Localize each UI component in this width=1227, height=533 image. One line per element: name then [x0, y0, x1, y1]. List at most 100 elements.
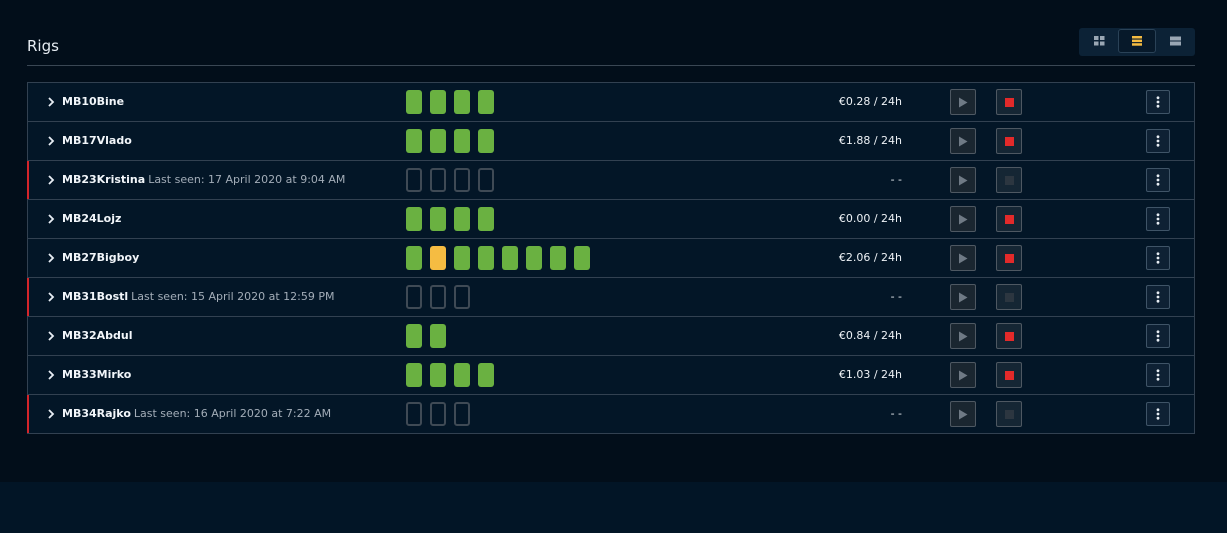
- stop-rig-button[interactable]: [996, 206, 1022, 232]
- last-seen-text: Last seen: 15 April 2020 at 12:59 PM: [131, 290, 335, 303]
- stop-rig-button[interactable]: [996, 128, 1022, 154]
- rig-name[interactable]: MB33Mirko: [62, 368, 131, 381]
- more-options-button[interactable]: [1146, 324, 1170, 348]
- gpu-status-ok[interactable]: [406, 90, 422, 114]
- gpu-status-off[interactable]: [454, 168, 470, 192]
- gpu-status-ok[interactable]: [478, 246, 494, 270]
- page-footer-band: [0, 482, 1227, 533]
- rig-row[interactable]: MB17Vlado €1.88 / 24h: [28, 122, 1194, 161]
- stop-rig-button[interactable]: [996, 323, 1022, 349]
- chevron-right-icon[interactable]: [47, 408, 55, 420]
- gpu-status-ok[interactable]: [406, 207, 422, 231]
- gpu-status-warn[interactable]: [430, 246, 446, 270]
- gpu-status-ok[interactable]: [430, 324, 446, 348]
- rig-name[interactable]: MB17Vlado: [62, 134, 132, 147]
- rig-row[interactable]: MB34Rajko Last seen: 16 April 2020 at 7:2…: [27, 395, 1194, 433]
- stop-rig-button[interactable]: [996, 284, 1022, 310]
- more-options-button[interactable]: [1146, 207, 1170, 231]
- rig-name[interactable]: MB24Lojz: [62, 212, 121, 225]
- rig-row[interactable]: MB23Kristina Last seen: 17 April 2020 at …: [27, 161, 1194, 200]
- rig-name[interactable]: MB10Bine: [62, 95, 124, 108]
- rig-row[interactable]: MB24Lojz €0.00 / 24h: [28, 200, 1194, 239]
- gpu-status-ok[interactable]: [454, 363, 470, 387]
- gpu-status-ok[interactable]: [478, 207, 494, 231]
- gpu-status-ok[interactable]: [430, 363, 446, 387]
- gpu-status-off[interactable]: [406, 168, 422, 192]
- gpu-status-ok[interactable]: [454, 90, 470, 114]
- rig-row[interactable]: MB31Bostl Last seen: 15 April 2020 at 12:…: [27, 278, 1194, 317]
- start-rig-button[interactable]: [950, 206, 976, 232]
- more-options-button[interactable]: [1146, 285, 1170, 309]
- gpu-status-ok[interactable]: [478, 129, 494, 153]
- rig-name[interactable]: MB27Bigboy: [62, 251, 139, 264]
- start-rig-button[interactable]: [950, 89, 976, 115]
- gpu-status-off[interactable]: [430, 285, 446, 309]
- chevron-right-icon[interactable]: [47, 369, 55, 381]
- more-options-button[interactable]: [1146, 168, 1170, 192]
- gpu-status-ok[interactable]: [574, 246, 590, 270]
- gpu-status-off[interactable]: [454, 402, 470, 426]
- rig-name[interactable]: MB23Kristina Last seen: 17 April 2020 at …: [62, 173, 345, 186]
- chevron-right-icon[interactable]: [47, 135, 55, 147]
- more-options-button[interactable]: [1146, 246, 1170, 270]
- more-options-button[interactable]: [1146, 90, 1170, 114]
- gpu-status-ok[interactable]: [454, 129, 470, 153]
- gpu-status-ok[interactable]: [502, 246, 518, 270]
- stop-rig-button[interactable]: [996, 362, 1022, 388]
- rig-row[interactable]: MB27Bigboy €2.06 / 24h: [28, 239, 1194, 278]
- chevron-right-icon[interactable]: [47, 96, 55, 108]
- start-rig-button[interactable]: [950, 362, 976, 388]
- gpu-status-off[interactable]: [406, 285, 422, 309]
- rig-name[interactable]: MB34Rajko Last seen: 16 April 2020 at 7:2…: [62, 407, 331, 420]
- start-rig-button[interactable]: [950, 323, 976, 349]
- rig-name-label: MB33Mirko: [62, 368, 132, 381]
- gpu-status-ok[interactable]: [430, 90, 446, 114]
- gpu-status-off[interactable]: [478, 168, 494, 192]
- stop-rig-button[interactable]: [996, 401, 1022, 427]
- start-rig-button[interactable]: [950, 284, 976, 310]
- profitability: €2.06 / 24h: [838, 251, 902, 264]
- start-rig-button[interactable]: [950, 401, 976, 427]
- chevron-right-icon[interactable]: [47, 213, 55, 225]
- chevron-right-icon[interactable]: [47, 291, 55, 303]
- gpu-status-list: [406, 324, 446, 348]
- gpu-status-ok[interactable]: [526, 246, 542, 270]
- stop-rig-button[interactable]: [996, 89, 1022, 115]
- gpu-status-ok[interactable]: [430, 207, 446, 231]
- chevron-right-icon[interactable]: [47, 252, 55, 264]
- more-options-button[interactable]: [1146, 363, 1170, 387]
- gpu-status-ok[interactable]: [406, 129, 422, 153]
- gpu-status-ok[interactable]: [454, 207, 470, 231]
- gpu-status-ok[interactable]: [550, 246, 566, 270]
- gpu-status-ok[interactable]: [406, 246, 422, 270]
- start-rig-button[interactable]: [950, 128, 976, 154]
- gpu-status-off[interactable]: [406, 402, 422, 426]
- gpu-status-off[interactable]: [454, 285, 470, 309]
- start-rig-button[interactable]: [950, 245, 976, 271]
- stop-rig-button[interactable]: [996, 245, 1022, 271]
- profitability: €1.03 / 24h: [838, 368, 902, 381]
- gpu-status-ok[interactable]: [406, 363, 422, 387]
- rig-name[interactable]: MB32Abdul: [62, 329, 133, 342]
- gpu-status-off[interactable]: [430, 168, 446, 192]
- chevron-right-icon[interactable]: [47, 174, 55, 186]
- grid-view-button[interactable]: [1080, 29, 1118, 53]
- gpu-status-ok[interactable]: [406, 324, 422, 348]
- compact-list-view-button[interactable]: [1118, 29, 1156, 53]
- rig-row[interactable]: MB33Mirko €1.03 / 24h: [28, 356, 1194, 395]
- chevron-right-icon[interactable]: [47, 330, 55, 342]
- gpu-status-ok[interactable]: [454, 246, 470, 270]
- rig-name[interactable]: MB31Bostl Last seen: 15 April 2020 at 12:…: [62, 290, 335, 303]
- list-view-button[interactable]: [1156, 29, 1194, 53]
- more-options-button[interactable]: [1146, 402, 1170, 426]
- rig-row[interactable]: MB10Bine €0.28 / 24h: [28, 83, 1194, 122]
- vertical-dots-icon: [1156, 252, 1160, 264]
- stop-rig-button[interactable]: [996, 167, 1022, 193]
- gpu-status-ok[interactable]: [430, 129, 446, 153]
- start-rig-button[interactable]: [950, 167, 976, 193]
- gpu-status-ok[interactable]: [478, 90, 494, 114]
- gpu-status-ok[interactable]: [478, 363, 494, 387]
- rig-row[interactable]: MB32Abdul €0.84 / 24h: [28, 317, 1194, 356]
- more-options-button[interactable]: [1146, 129, 1170, 153]
- gpu-status-off[interactable]: [430, 402, 446, 426]
